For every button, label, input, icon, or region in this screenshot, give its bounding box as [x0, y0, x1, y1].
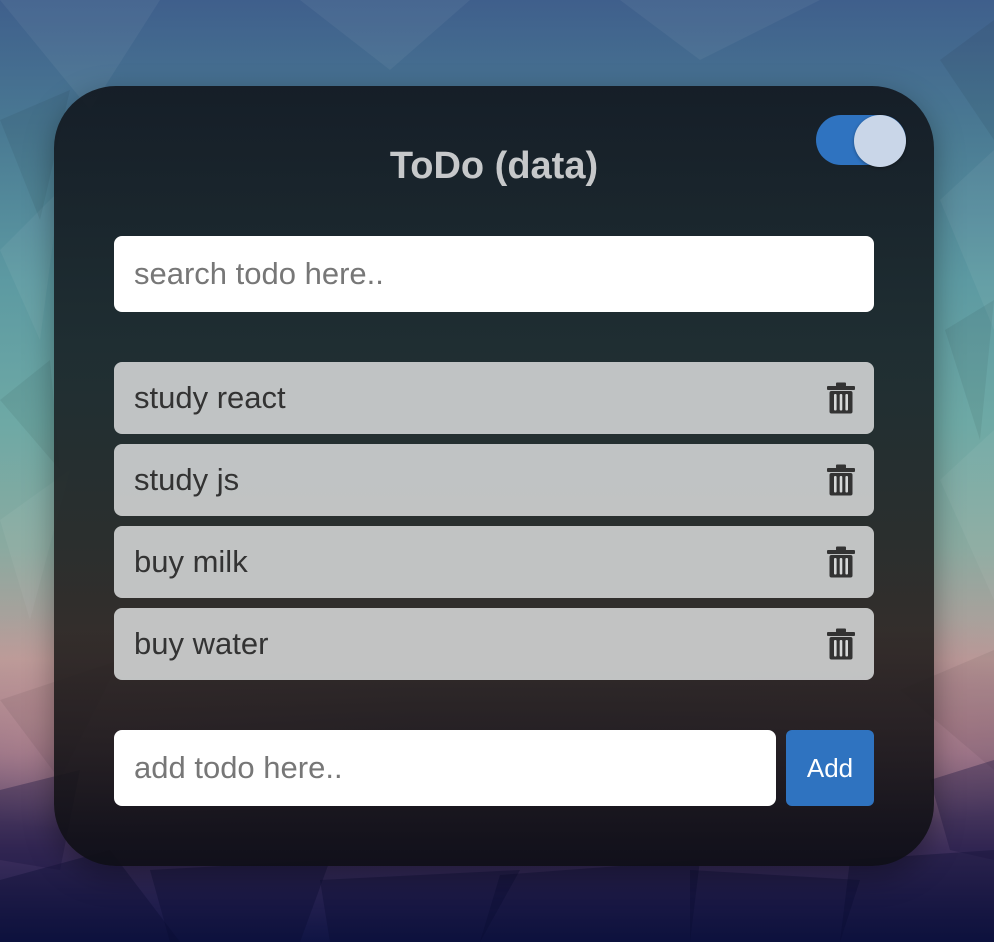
trash-icon[interactable]: [826, 628, 856, 660]
list-item: buy water: [114, 608, 874, 680]
todo-card: ToDo (data) study react study js: [54, 86, 934, 866]
todo-text: study js: [134, 462, 240, 497]
add-button[interactable]: Add: [786, 730, 874, 806]
todo-list: study react study js buy milk buy water: [114, 362, 874, 690]
list-item: study js: [114, 444, 874, 516]
todo-text: study react: [134, 380, 286, 415]
page-title: ToDo (data): [389, 145, 599, 187]
list-item: study react: [114, 362, 874, 434]
trash-icon[interactable]: [826, 382, 856, 414]
search-input[interactable]: [114, 236, 874, 312]
trash-icon[interactable]: [826, 546, 856, 578]
list-item: buy milk: [114, 526, 874, 598]
toggle-knob: [854, 115, 906, 167]
add-todo-input[interactable]: [114, 730, 776, 806]
theme-toggle[interactable]: [816, 115, 906, 167]
trash-icon[interactable]: [826, 464, 856, 496]
todo-text: buy water: [134, 626, 269, 661]
todo-text: buy milk: [134, 544, 248, 579]
